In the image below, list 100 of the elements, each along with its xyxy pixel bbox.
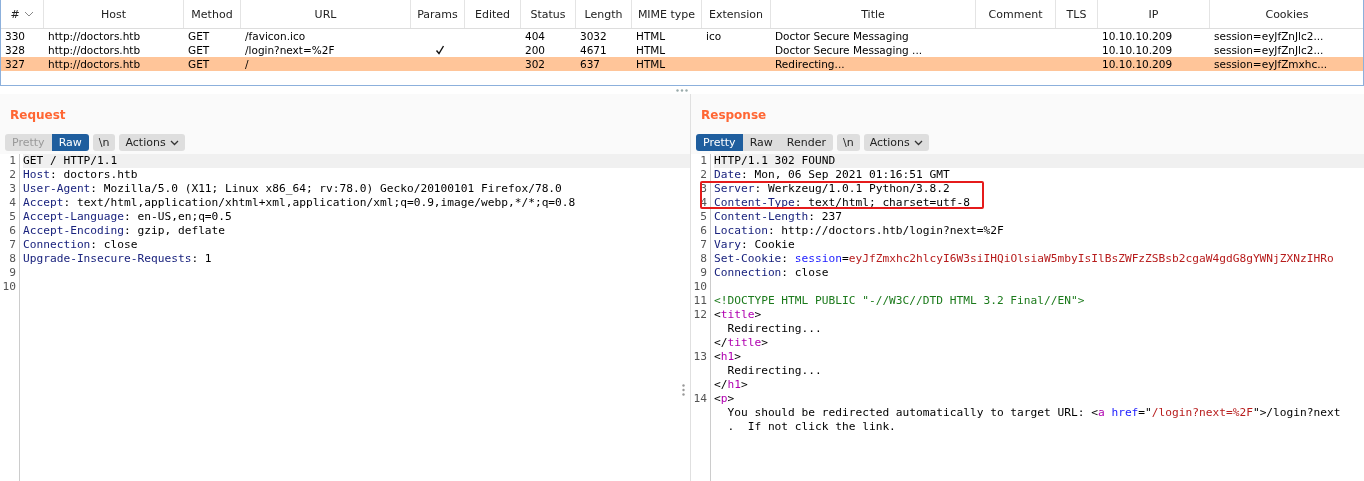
view-tab[interactable]: Raw bbox=[742, 134, 780, 151]
column-header[interactable]: IP bbox=[1098, 0, 1210, 28]
line-number: 9 bbox=[699, 266, 707, 280]
table-cell: 637 bbox=[580, 57, 601, 71]
table-cell: HTML bbox=[636, 29, 666, 43]
table-row[interactable]: 327 http://doctors.htb GET / 302 637 HTML Redirecting... 10.10.10.209 session=eyJfZmxhc... bbox=[1, 57, 1363, 71]
code-line: Server: Werkzeug/1.0.1 Python/3.8.2 bbox=[714, 182, 951, 196]
line-number: 7 bbox=[8, 238, 16, 252]
table-cell: 10.10.10.209 bbox=[1102, 29, 1173, 43]
line-number: 1 bbox=[8, 154, 16, 168]
table-cell: /login?next=%2F bbox=[245, 43, 335, 57]
table-cell: 4671 bbox=[580, 43, 607, 57]
column-header[interactable]: Method bbox=[184, 0, 241, 28]
line-number: 8 bbox=[699, 252, 707, 266]
drag-handle-icon[interactable] bbox=[676, 88, 688, 92]
line-number: 12 bbox=[692, 308, 707, 322]
line-number: 6 bbox=[699, 224, 707, 238]
code-line: Redirecting... bbox=[726, 364, 823, 378]
chevron-down-icon bbox=[169, 139, 179, 146]
table-cell: HTML bbox=[636, 57, 666, 71]
line-number: 5 bbox=[8, 210, 16, 224]
column-header[interactable]: TLS bbox=[1056, 0, 1098, 28]
actions-dropdown[interactable]: Actions bbox=[119, 134, 185, 151]
code-line: Connection: close bbox=[714, 266, 830, 280]
table-cell: 302 bbox=[525, 57, 546, 71]
column-header[interactable]: MIME type bbox=[632, 0, 702, 28]
code-line: Host: doctors.htb bbox=[23, 168, 139, 182]
code-line: Content-Length: 237 bbox=[714, 210, 843, 224]
line-number: 10 bbox=[1, 280, 16, 294]
table-cell: GET bbox=[188, 57, 210, 71]
line-number: 6 bbox=[8, 224, 16, 238]
table-cell: session=eyJfZnJlc2... bbox=[1214, 29, 1324, 43]
code-line: Date: Mon, 06 Sep 2021 01:16:51 GMT bbox=[714, 168, 951, 182]
code-line: <h1> bbox=[714, 350, 742, 364]
line-number: 3 bbox=[8, 182, 16, 196]
code-line: Content-Type: text/html; charset=utf-8 bbox=[714, 196, 971, 210]
column-header[interactable]: Title bbox=[771, 0, 976, 28]
table-cell: Doctor Secure Messaging bbox=[775, 29, 909, 43]
code-line: </title> bbox=[714, 336, 769, 350]
code-line: Upgrade-Insecure-Requests: 1 bbox=[23, 252, 213, 266]
code-line: <p> bbox=[714, 392, 736, 406]
column-header[interactable]: # bbox=[1, 0, 44, 28]
table-cell: 3032 bbox=[580, 29, 607, 43]
code-line: You should be redirected automatically to target URL: <a href="/login?next=%2F">/login?next bbox=[726, 406, 1342, 420]
code-line: . If not click the link. bbox=[726, 420, 897, 434]
code-line: <!DOCTYPE HTML PUBLIC "-//W3C//DTD HTML 3.2 Final//EN"> bbox=[714, 294, 1086, 308]
table-cell: http://doctors.htb bbox=[48, 43, 141, 57]
table-cell: session=eyJfZmxhc... bbox=[1214, 57, 1328, 71]
code-line: Accept-Encoding: gzip, deflate bbox=[23, 224, 227, 238]
table-cell: session=eyJfZnJlc2... bbox=[1214, 43, 1324, 57]
table-cell: 328 bbox=[5, 43, 26, 57]
newline-toggle[interactable]: \n bbox=[92, 134, 116, 151]
code-line: Accept-Language: en-US,en;q=0.5 bbox=[23, 210, 233, 224]
column-header[interactable]: Cookies bbox=[1210, 0, 1364, 28]
actions-dropdown[interactable]: Actions bbox=[863, 134, 929, 151]
chevron-down-icon bbox=[913, 139, 923, 146]
column-header[interactable]: Status bbox=[521, 0, 576, 28]
code-line: </h1> bbox=[714, 378, 749, 392]
code-line: Location: http://doctors.htb/login?next=%2F bbox=[714, 224, 1005, 238]
column-header[interactable]: Host bbox=[44, 0, 184, 28]
table-cell: ico bbox=[706, 29, 722, 43]
table-cell: GET bbox=[188, 29, 210, 43]
table-cell: Redirecting... bbox=[775, 57, 845, 71]
line-number: 11 bbox=[692, 294, 707, 308]
table-cell: http://doctors.htb bbox=[48, 29, 141, 43]
drag-handle-icon[interactable] bbox=[682, 384, 685, 396]
line-number: 5 bbox=[699, 210, 707, 224]
line-number: 14 bbox=[692, 392, 707, 406]
line-number: 8 bbox=[8, 252, 16, 266]
code-line: Accept: text/html,application/xhtml+xml,application/xml;q=0.9,image/webp,*/*;q=0.8 bbox=[23, 196, 577, 210]
column-header[interactable]: Params bbox=[411, 0, 465, 28]
code-line: Redirecting... bbox=[726, 322, 823, 336]
table-cell: Doctor Secure Messaging ... bbox=[775, 43, 923, 57]
column-header[interactable]: Comment bbox=[976, 0, 1056, 28]
column-header[interactable]: URL bbox=[241, 0, 411, 28]
line-number: 13 bbox=[692, 350, 707, 364]
view-tab[interactable]: Render bbox=[779, 134, 833, 151]
line-number: 9 bbox=[8, 266, 16, 280]
line-number: 2 bbox=[8, 168, 16, 182]
table-cell: 330 bbox=[5, 29, 26, 43]
line-number: 7 bbox=[699, 238, 707, 252]
view-tab[interactable]: Pretty bbox=[696, 134, 743, 151]
column-header[interactable]: Edited bbox=[465, 0, 521, 28]
table-cell: GET bbox=[188, 43, 210, 57]
column-header[interactable]: Extension bbox=[702, 0, 771, 28]
code-line: Connection: close bbox=[23, 238, 139, 252]
table-cell: 327 bbox=[5, 57, 26, 71]
table-cell: / bbox=[245, 57, 249, 71]
view-tab[interactable]: Raw bbox=[51, 134, 89, 151]
table-cell: http://doctors.htb bbox=[48, 57, 141, 71]
code-line: Set-Cookie: session=eyJfZmxhc2hlcyI6W3siIHQiOlsiaW5mbyIsIlBsZWFzZSBsb2cgaW4gdG8gYWNjZXNzIHRo bbox=[714, 252, 1335, 266]
table-cell: HTML bbox=[636, 43, 666, 57]
newline-toggle[interactable]: \n bbox=[836, 134, 860, 151]
code-line: Vary: Cookie bbox=[714, 238, 796, 252]
column-header[interactable]: Length bbox=[576, 0, 632, 28]
table-cell: /favicon.ico bbox=[245, 29, 306, 43]
table-cell: 200 bbox=[525, 43, 546, 57]
line-number: 4 bbox=[8, 196, 16, 210]
pane-title: Response bbox=[701, 108, 767, 122]
line-number: 10 bbox=[692, 280, 707, 294]
